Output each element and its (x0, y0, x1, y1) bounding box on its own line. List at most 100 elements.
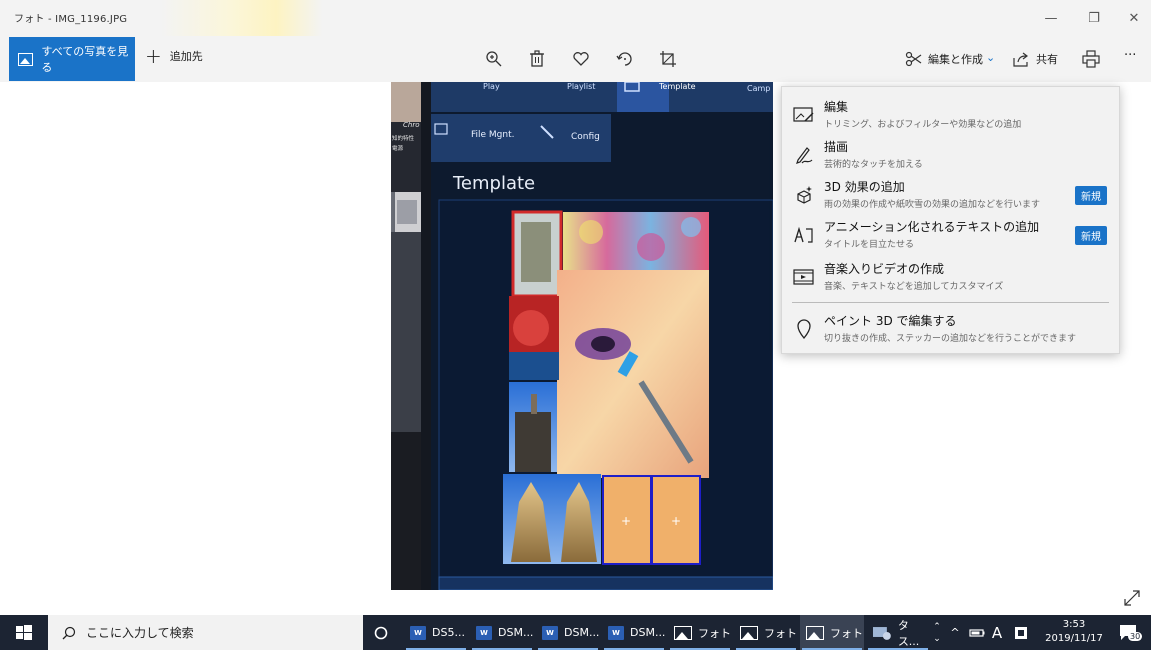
taskbar-search-box[interactable]: ここに入力して検索 (48, 615, 363, 650)
video-music-icon (792, 265, 816, 289)
taskbar-app-label: タス... (897, 618, 920, 648)
menu-item-subtitle: 芸術的なタッチを加える (824, 160, 923, 170)
crop-icon[interactable] (657, 48, 679, 70)
svg-text:Playlist: Playlist (567, 82, 595, 91)
add-to-button[interactable]: + 追加先 (145, 44, 203, 68)
ime-mode-indicator[interactable]: A (988, 615, 1006, 650)
print-icon[interactable] (1080, 48, 1102, 70)
notification-count-badge: 30 (1128, 632, 1143, 641)
restore-icon: ❐ (1088, 10, 1100, 26)
minimize-icon: — (1044, 10, 1058, 26)
taskbar-app-word-3[interactable]: W DSM... (536, 615, 600, 650)
cortana-icon (374, 626, 388, 639)
svg-text:Camp: Camp (747, 84, 770, 93)
svg-text:電源: 電源 (392, 144, 404, 152)
share-label[interactable]: 共有 (1036, 51, 1058, 67)
edit-create-icon[interactable] (903, 48, 925, 70)
svg-text:Chro: Chro (403, 121, 420, 129)
taskbar-app-task[interactable]: タス... (866, 615, 930, 650)
menu-item-title: 音楽入りビデオの作成 (824, 262, 945, 276)
taskbar-app-photos-2[interactable]: フォト (734, 615, 798, 650)
fullscreen-expand-icon[interactable] (1122, 588, 1142, 608)
chevron-down-icon[interactable]: ⌄ (986, 51, 995, 64)
photo-viewer-image[interactable]: Chro 知的特性 電源 Play Playlist Template Camp… (391, 82, 773, 590)
menu-item-animated-text[interactable]: アニメーション化されるテキストの追加 タイトルを目立たせる 新規 (782, 215, 1119, 255)
edit-create-label[interactable]: 編集と作成 (928, 51, 983, 67)
all-photos-label: すべての写真を見る (41, 45, 129, 74)
menu-item-title: 編集 (824, 100, 849, 114)
taskbar-app-label: DSM... (564, 626, 600, 639)
heart-icon[interactable] (570, 48, 592, 70)
task-manager-icon (872, 626, 891, 640)
svg-text:+: + (671, 514, 681, 528)
edit-image-icon (792, 103, 816, 127)
menu-item-paint3d[interactable]: ペイント 3D で編集する 切り抜きの作成、ステッカーの追加などを行うことができ… (782, 309, 1119, 349)
menu-item-draw[interactable]: 描画 芸術的なタッチを加える (782, 135, 1119, 175)
menu-item-title: ペイント 3D で編集する (824, 314, 957, 328)
svg-text:Template: Template (658, 82, 696, 91)
menu-item-subtitle: 切り抜きの作成、ステッカーの追加などを行うことができます (824, 334, 1077, 344)
photos-app-icon (806, 625, 824, 640)
close-button[interactable]: ✕ (1117, 7, 1151, 29)
taskbar-app-word-1[interactable]: W DS5... (404, 615, 468, 650)
photos-app-icon (740, 625, 758, 640)
ime-pad-icon[interactable] (1010, 615, 1032, 650)
window-title: フォト - IMG_1196.JPG (14, 14, 128, 25)
menu-item-subtitle: 音楽、テキストなどを追加してカスタマイズ (824, 282, 1004, 292)
show-hidden-icons-icon[interactable]: ^ (946, 615, 964, 650)
search-icon (62, 626, 76, 639)
taskbar-app-photos-3[interactable]: フォト (800, 615, 864, 650)
photo-icon (18, 52, 34, 66)
svg-text:Play: Play (483, 82, 500, 91)
zoom-icon[interactable] (483, 48, 505, 70)
search-placeholder: ここに入力して検索 (86, 626, 194, 640)
clock-date: 2019/11/17 (1045, 633, 1103, 644)
menu-item-3d-effects[interactable]: 3D 効果の追加 雨の効果の作成や紙吹雪の効果の追加などを行います 新規 (782, 175, 1119, 215)
taskbar-app-word-2[interactable]: W DSM... (470, 615, 534, 650)
menu-item-title: 3D 効果の追加 (824, 180, 905, 194)
word-icon: W (476, 625, 492, 640)
word-icon: W (608, 625, 624, 640)
svg-text:+: + (621, 514, 631, 528)
add-to-label: 追加先 (169, 50, 203, 63)
taskbar-app-photos-1[interactable]: フォト (668, 615, 732, 650)
taskbar-app-label: フォト (830, 626, 863, 640)
plus-icon: + (145, 44, 162, 68)
scroll-arrows-icon[interactable]: ⌃ ⌄ (930, 615, 944, 650)
start-button[interactable] (0, 615, 48, 650)
svg-text:Template: Template (452, 173, 535, 194)
title-bar: フォト - IMG_1196.JPG — ❐ ✕ (0, 0, 1151, 36)
rotate-icon[interactable] (614, 48, 636, 70)
minimize-button[interactable]: — (1034, 7, 1068, 29)
taskbar-app-label: DSM... (630, 626, 666, 639)
edit-create-menu: 編集 トリミング、およびフィルターや効果などの追加 描画 芸術的なタッチを加える… (781, 86, 1120, 354)
menu-item-subtitle: タイトルを目立たせる (824, 240, 915, 250)
menu-item-title: 描画 (824, 140, 849, 154)
menu-item-title: アニメーション化されるテキストの追加 (824, 220, 1040, 234)
svg-text:File Mgnt.: File Mgnt. (471, 130, 515, 140)
photo-illustration: Chro 知的特性 電源 Play Playlist Template Camp… (391, 82, 773, 590)
all-photos-button[interactable]: すべての写真を見る (9, 37, 135, 81)
taskbar-app-label: フォト (764, 626, 797, 640)
menu-item-subtitle: トリミング、およびフィルターや効果などの追加 (824, 120, 1022, 130)
clock-time: 3:53 (1062, 619, 1086, 630)
clock[interactable]: 3:53 2019/11/17 (1040, 618, 1108, 646)
draw-pen-icon (792, 143, 816, 167)
new-badge: 新規 (1075, 186, 1107, 205)
more-options-icon[interactable]: ··· (1124, 48, 1136, 63)
new-badge: 新規 (1075, 226, 1107, 245)
windows-taskbar: ここに入力して検索 W DS5... W DSM... W DSM... W DSM..… (0, 615, 1151, 650)
close-icon: ✕ (1128, 10, 1140, 26)
photos-app-window: フォト - IMG_1196.JPG — ❐ ✕ すべての写真を見る + 追加先 (0, 0, 1151, 650)
menu-item-music-video[interactable]: 音楽入りビデオの作成 音楽、テキストなどを追加してカスタマイズ (782, 257, 1119, 297)
menu-item-edit[interactable]: 編集 トリミング、およびフィルターや効果などの追加 (782, 95, 1119, 135)
share-icon[interactable] (1010, 48, 1032, 70)
delete-icon[interactable] (526, 48, 548, 70)
cortana-button[interactable] (366, 615, 396, 650)
network-icon[interactable] (966, 615, 988, 650)
paint3d-icon (792, 317, 816, 341)
taskbar-app-label: DSM... (498, 626, 534, 639)
restore-button[interactable]: ❐ (1077, 7, 1111, 29)
notification-center-button[interactable]: 30 (1112, 615, 1146, 650)
taskbar-app-word-4[interactable]: W DSM... (602, 615, 666, 650)
